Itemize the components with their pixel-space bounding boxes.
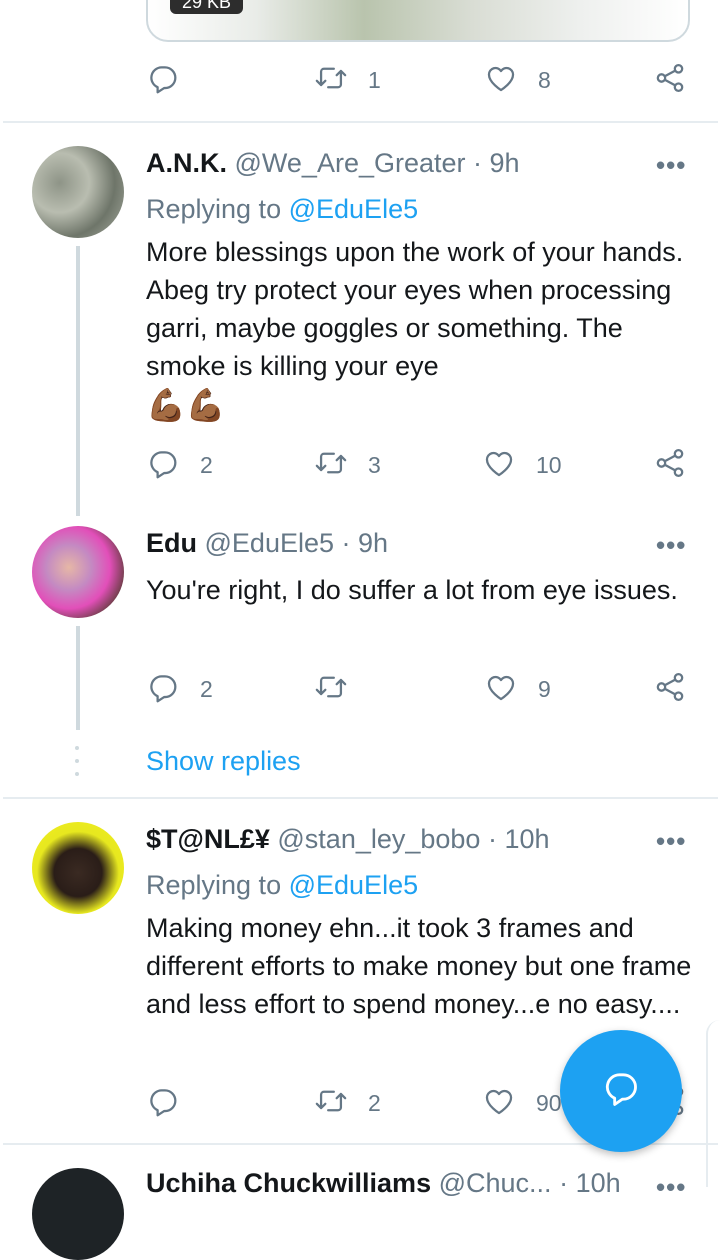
share-icon: [653, 670, 687, 709]
like-count: 90: [536, 1089, 562, 1116]
like-button[interactable]: 90: [482, 1083, 562, 1123]
like-button[interactable]: 10: [482, 445, 562, 485]
share-button[interactable]: [653, 60, 687, 100]
retweet-count: 1: [368, 66, 381, 93]
retweet-icon: [314, 61, 348, 100]
like-count: 10: [536, 451, 562, 478]
tweet-header: Edu @EduEle5 · 9h: [146, 528, 388, 559]
reply-icon: [146, 61, 180, 100]
display-name[interactable]: Uchiha Chuckwilliams: [146, 1168, 431, 1198]
handle[interactable]: @We_Are_Greater: [235, 148, 466, 178]
thread-line: [76, 246, 80, 516]
retweet-button[interactable]: [314, 669, 348, 709]
share-button[interactable]: [653, 445, 687, 485]
more-icon[interactable]: •••: [656, 150, 686, 181]
share-icon: [653, 446, 687, 485]
timestamp: · 10h: [487, 824, 550, 854]
tweet-media[interactable]: 29 KB: [146, 0, 690, 42]
like-icon: [484, 670, 518, 709]
compose-reply-icon: [601, 1069, 641, 1114]
replying-to: Replying to @EduEle5: [146, 194, 418, 225]
compose-reply-button[interactable]: [560, 1030, 682, 1152]
scroll-edge: [706, 1020, 720, 1187]
reply-button[interactable]: [146, 1083, 180, 1123]
reply-count: 2: [200, 451, 213, 478]
retweet-button[interactable]: 3: [314, 445, 381, 485]
retweet-icon: [314, 1084, 348, 1123]
display-name[interactable]: A.N.K.: [146, 148, 227, 178]
emoji: 💪🏾💪🏾: [146, 387, 226, 423]
replying-label: Replying to: [146, 194, 282, 224]
replying-to: Replying to @EduEle5: [146, 870, 418, 901]
timestamp: · 9h: [341, 528, 389, 558]
tweet-header: Uchiha Chuckwilliams @Chuc... · 10h: [146, 1168, 621, 1199]
replying-label: Replying to: [146, 870, 282, 900]
tweet-text: You're right, I do suffer a lot from eye…: [146, 571, 694, 609]
divider: [3, 797, 718, 799]
like-button[interactable]: 9: [484, 669, 551, 709]
like-count: 9: [538, 675, 551, 702]
media-size-badge: 29 KB: [170, 0, 244, 14]
handle[interactable]: @EduEle5: [205, 528, 335, 558]
handle[interactable]: @Chuc...: [439, 1168, 552, 1198]
mention-link[interactable]: @EduEle5: [289, 870, 419, 900]
display-name[interactable]: $T@NL£¥: [146, 824, 270, 854]
reply-button[interactable]: [146, 60, 180, 100]
more-icon[interactable]: •••: [656, 1172, 686, 1203]
like-button[interactable]: 8: [484, 60, 551, 100]
tweet-text-content: You're right, I do suffer a lot from eye…: [146, 575, 678, 605]
reply-icon: [146, 1084, 180, 1123]
tweet-header: $T@NL£¥ @stan_ley_bobo · 10h: [146, 824, 550, 855]
display-name[interactable]: Edu: [146, 528, 197, 558]
avatar[interactable]: [32, 822, 124, 914]
timestamp: · 10h: [559, 1168, 621, 1198]
retweet-icon: [314, 670, 348, 709]
show-replies-link[interactable]: Show replies: [146, 746, 301, 777]
avatar[interactable]: [32, 1168, 124, 1260]
tweet-text: Making money ehn...it took 3 frames and …: [146, 909, 694, 1023]
like-icon: [482, 446, 516, 485]
reply-icon: [146, 446, 180, 485]
reply-button[interactable]: 2: [146, 445, 213, 485]
timestamp: · 9h: [473, 148, 520, 178]
tweet-text: More blessings upon the work of your han…: [146, 233, 694, 425]
avatar[interactable]: [32, 526, 124, 618]
tweet-text-content: More blessings upon the work of your han…: [146, 237, 684, 381]
mention-link[interactable]: @EduEle5: [289, 194, 419, 224]
retweet-button[interactable]: 2: [314, 1083, 381, 1123]
share-button[interactable]: [653, 669, 687, 709]
retweet-icon: [314, 446, 348, 485]
reply-count: 2: [200, 675, 213, 702]
like-icon: [484, 61, 518, 100]
like-count: 8: [538, 66, 551, 93]
more-icon[interactable]: •••: [656, 826, 686, 857]
handle[interactable]: @stan_ley_bobo: [277, 824, 480, 854]
tweet-text-content: Making money ehn...it took 3 frames and …: [146, 913, 692, 1019]
retweet-button[interactable]: 1: [314, 60, 381, 100]
reply-icon: [146, 670, 180, 709]
reply-button[interactable]: 2: [146, 669, 213, 709]
thread-dots: [75, 746, 81, 776]
like-icon: [482, 1084, 516, 1123]
divider: [3, 121, 718, 123]
tweet-header: A.N.K. @We_Are_Greater · 9h: [146, 148, 520, 179]
thread-line: [76, 626, 80, 730]
more-icon[interactable]: •••: [656, 530, 686, 561]
avatar[interactable]: [32, 146, 124, 238]
share-icon: [653, 61, 687, 100]
retweet-count: 2: [368, 1089, 381, 1116]
retweet-count: 3: [368, 451, 381, 478]
